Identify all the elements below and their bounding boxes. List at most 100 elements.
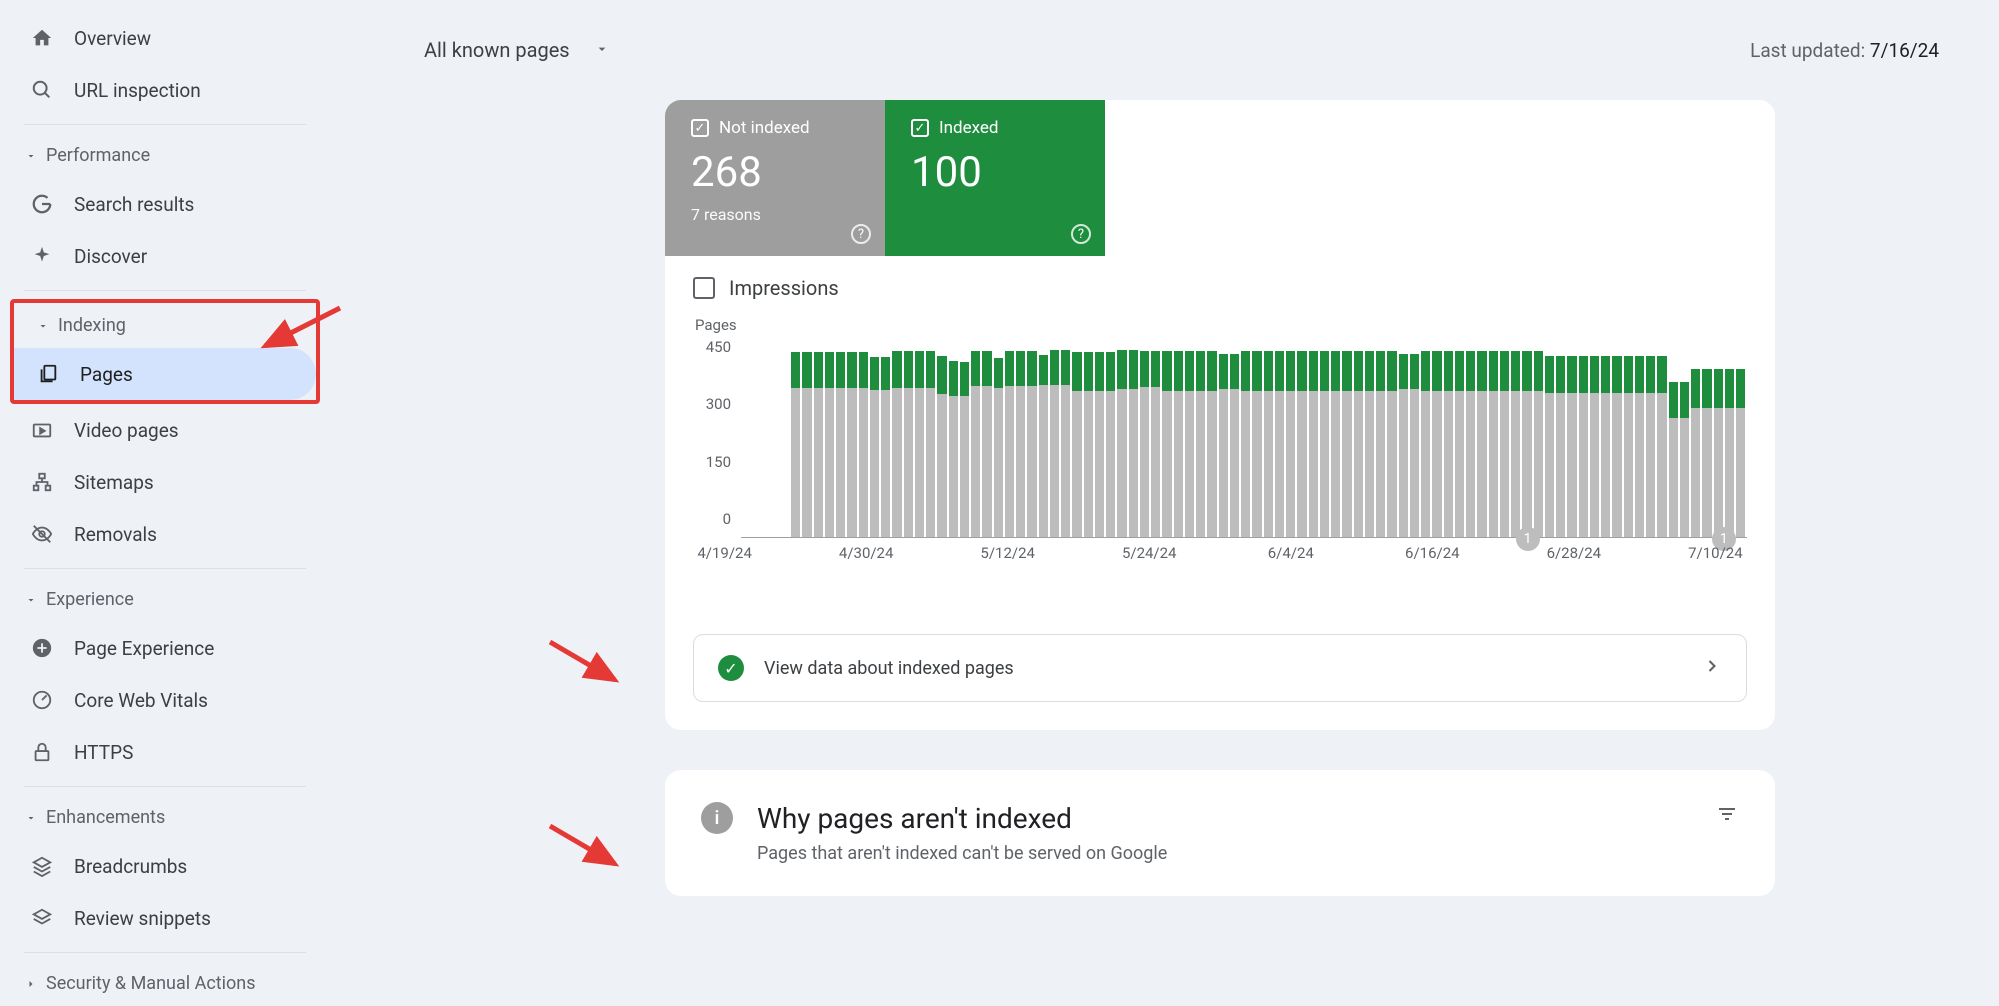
chart-bar[interactable] [1095,338,1104,537]
chart-bar[interactable] [1376,338,1385,537]
chart-bar[interactable] [1725,338,1734,537]
page-filter-dropdown[interactable]: All known pages [420,30,614,70]
chart-bar[interactable] [1534,338,1543,537]
help-icon[interactable]: ? [1071,224,1091,244]
chart-bar[interactable] [1444,338,1453,537]
chart-bar[interactable] [1624,338,1633,537]
chart-bar[interactable] [1579,338,1588,537]
chart-bar[interactable] [904,338,913,537]
chart-bar[interactable] [1657,338,1666,537]
chart-bar[interactable] [1477,338,1486,537]
chart-bar[interactable] [1612,338,1621,537]
chart-bar[interactable] [1736,338,1745,537]
chart-bar[interactable] [1691,338,1700,537]
view-indexed-pages-row[interactable]: ✓ View data about indexed pages [693,634,1747,702]
chart-bar[interactable] [1635,338,1644,537]
chart-bar[interactable] [915,338,924,537]
chart-bar[interactable] [971,338,980,537]
chart-bar[interactable] [802,338,811,537]
chart-bar[interactable] [1421,338,1430,537]
chart-bar[interactable] [847,338,856,537]
chart-bar[interactable] [1050,338,1059,537]
chart-bar[interactable] [1196,338,1205,537]
chart-bar[interactable] [1567,338,1576,537]
sidebar-item-core-web-vitals[interactable]: Core Web Vitals [0,674,314,726]
chart-bar[interactable] [1489,338,1498,537]
chart-bar[interactable] [1545,338,1554,537]
sidebar-group-enhancements[interactable]: Enhancements [0,795,330,840]
chart-bar[interactable] [994,338,1003,537]
chart-bar[interactable] [892,338,901,537]
chart-bar[interactable] [982,338,991,537]
chart-bar[interactable] [1466,338,1475,537]
sidebar-group-experience[interactable]: Experience [0,577,330,622]
sidebar-item-breadcrumbs[interactable]: Breadcrumbs [0,840,314,892]
chart-bar[interactable] [1500,338,1509,537]
chart-bar[interactable] [859,338,868,537]
chart-bar[interactable] [960,338,969,537]
chart-bar[interactable] [1016,338,1025,537]
chart-bar[interactable] [1601,338,1610,537]
chart-bar[interactable] [926,338,935,537]
chart-bar[interactable] [1354,338,1363,537]
chart-bar[interactable] [1061,338,1070,537]
chart-bar[interactable] [1207,338,1216,537]
chart-bar[interactable] [1511,338,1520,537]
chart-bar[interactable] [1129,338,1138,537]
chart-bar[interactable] [1264,338,1273,537]
chart-bar[interactable] [1072,338,1081,537]
chart-bar[interactable] [1365,338,1374,537]
sidebar-item-discover[interactable]: Discover [0,230,314,282]
chart-bar[interactable] [1185,338,1194,537]
chart-bar[interactable] [949,338,958,537]
chart-bar[interactable] [1039,338,1048,537]
chart-bar[interactable] [1646,338,1655,537]
chart-bar[interactable] [1005,338,1014,537]
chart-bar[interactable] [1140,338,1149,537]
sidebar-item-sitemaps[interactable]: Sitemaps [0,456,314,508]
sidebar-group-indexing[interactable]: Indexing [14,303,316,348]
sidebar-item-pages[interactable]: Pages [14,348,316,400]
chart-bar[interactable] [1556,338,1565,537]
help-icon[interactable]: ? [851,224,871,244]
stat-tab-indexed[interactable]: ✓ Indexed 100 ? [885,100,1105,256]
chart-bar[interactable] [1320,338,1329,537]
chart-bar[interactable] [1275,338,1284,537]
chart-bar[interactable] [1399,338,1408,537]
chart-bar[interactable] [1230,338,1239,537]
sidebar-item-video-pages[interactable]: Video pages [0,404,314,456]
chart-bar[interactable] [1342,338,1351,537]
sidebar-group-performance[interactable]: Performance [0,133,330,178]
chart-bar[interactable] [1714,338,1723,537]
sidebar-item-search-results[interactable]: Search results [0,178,314,230]
chart-bar[interactable] [937,338,946,537]
chart-bar[interactable] [1669,338,1678,537]
chart-bar[interactable] [1106,338,1115,537]
chart-bar[interactable] [1331,338,1340,537]
sidebar-item-removals[interactable]: Removals [0,508,314,560]
chart-bar[interactable] [791,338,800,537]
chart-bar[interactable] [1522,338,1531,537]
chart-bar[interactable] [1241,338,1250,537]
chart-bar[interactable] [1252,338,1261,537]
chart-bar[interactable] [1297,338,1306,537]
chart-bar[interactable] [1309,338,1318,537]
chart-bar[interactable] [1027,338,1036,537]
chart-bar[interactable] [1432,338,1441,537]
sidebar-item-page-experience[interactable]: Page Experience [0,622,314,674]
sidebar-item-review-snippets[interactable]: Review snippets [0,892,314,944]
sidebar-group-security[interactable]: Security & Manual Actions [0,961,330,1006]
chart-bar[interactable] [814,338,823,537]
chart-bar[interactable] [1084,338,1093,537]
chart-bar[interactable] [1455,338,1464,537]
chart-bar[interactable] [1151,338,1160,537]
chart-bar[interactable] [1162,338,1171,537]
chart-bar[interactable] [1410,338,1419,537]
chart-bar[interactable] [1702,338,1711,537]
chart-bar[interactable] [1219,338,1228,537]
chart-bar[interactable] [1286,338,1295,537]
chart-bar[interactable] [870,338,879,537]
sidebar-item-overview[interactable]: Overview [0,12,314,64]
chart-bar[interactable] [836,338,845,537]
chart-bar[interactable] [1387,338,1396,537]
